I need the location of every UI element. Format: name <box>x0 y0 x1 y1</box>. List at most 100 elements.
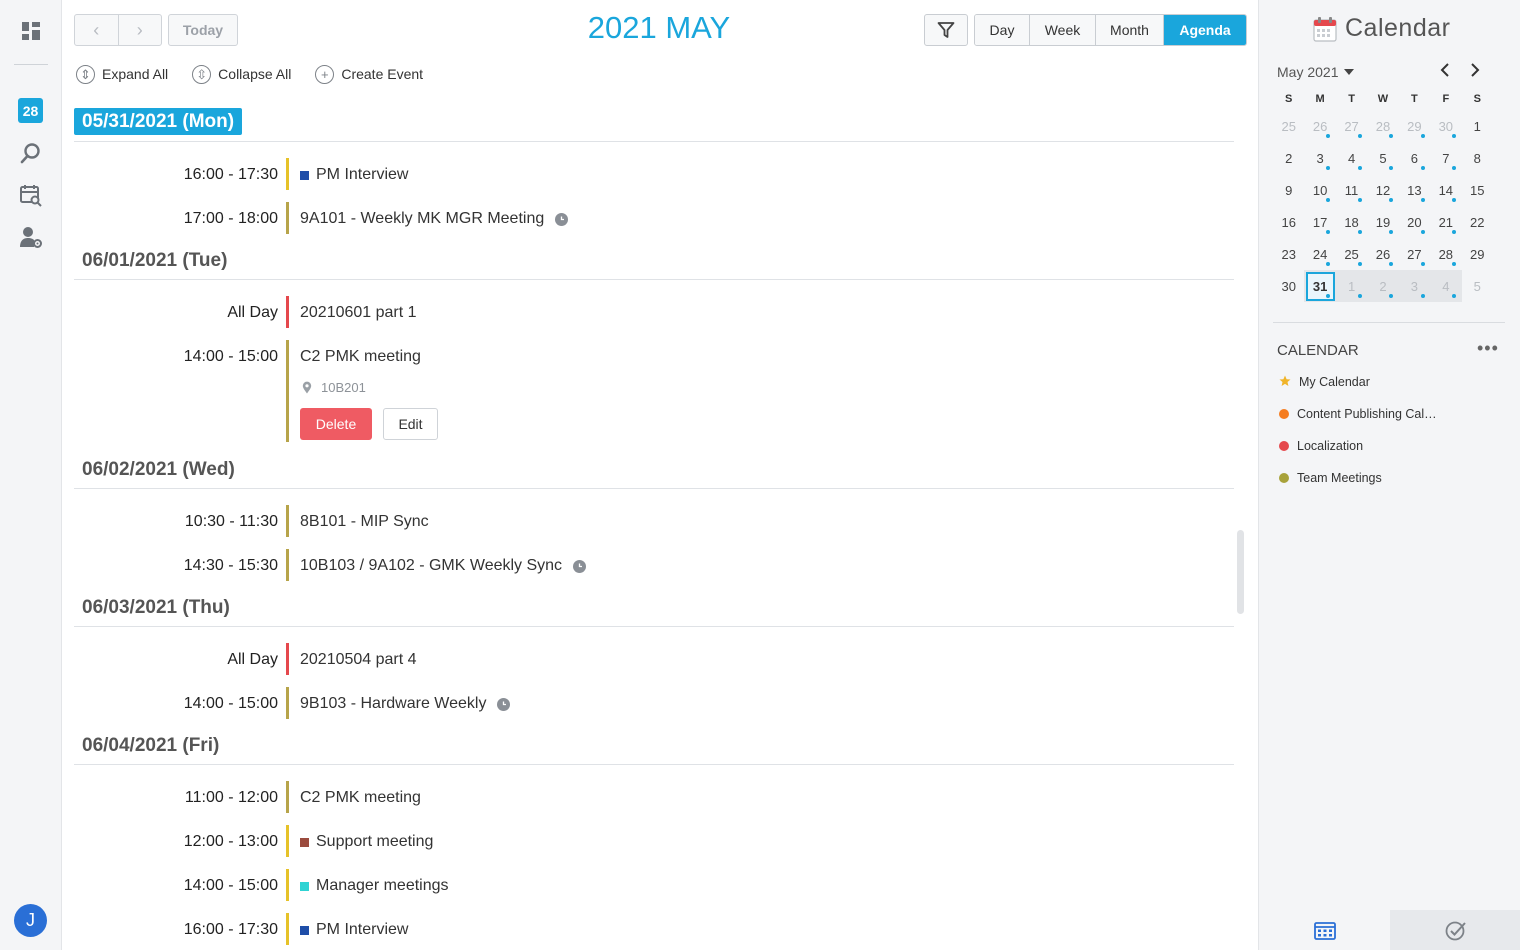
mini-day[interactable]: 15 <box>1462 174 1493 206</box>
calendar-name: Localization <box>1297 439 1364 453</box>
check-circle-icon <box>1445 921 1466 941</box>
mini-day[interactable]: 10 <box>1304 174 1335 206</box>
mini-day[interactable]: 18 <box>1336 206 1367 238</box>
next-button[interactable]: › <box>119 15 162 45</box>
agenda-event[interactable]: 14:00 - 15:00 Manager meetings <box>74 865 1234 909</box>
mini-day[interactable]: 8 <box>1462 142 1493 174</box>
user-settings-icon[interactable] <box>18 224 44 250</box>
mini-day[interactable]: 25 <box>1336 238 1367 270</box>
mini-day[interactable]: 17 <box>1304 206 1335 238</box>
event-time: 14:30 - 15:30 <box>183 557 278 574</box>
mini-day[interactable]: 22 <box>1462 206 1493 238</box>
mini-day[interactable]: 30 <box>1430 110 1461 142</box>
mini-day[interactable]: 1 <box>1335 270 1368 302</box>
agenda-event[interactable]: 10:30 - 11:30 8B101 - MIP Sync <box>74 501 1234 545</box>
agenda-event[interactable]: All Day 20210601 part 1 <box>74 292 1234 336</box>
agenda-event[interactable]: 16:00 - 17:30 PM Interview <box>74 909 1234 950</box>
collapse-all-button[interactable]: ⇳ Collapse All <box>192 64 291 84</box>
calendar-item-team-meetings[interactable]: Team Meetings <box>1279 468 1437 500</box>
chevron-left-icon[interactable] <box>1439 62 1451 78</box>
chevron-right-icon[interactable] <box>1469 62 1481 78</box>
calendar-search-icon[interactable] <box>18 182 44 208</box>
agenda-event[interactable]: 12:00 - 13:00 Support meeting <box>74 821 1234 865</box>
day-header: 05/31/2021 (Mon) <box>74 104 1234 142</box>
event-time: 12:00 - 13:00 <box>183 833 278 850</box>
calendar-item-content-publishing[interactable]: Content Publishing Cal… <box>1279 404 1437 436</box>
mini-day[interactable]: 11 <box>1336 174 1367 206</box>
mini-day[interactable]: 6 <box>1399 142 1430 174</box>
today-button[interactable]: Today <box>168 14 238 46</box>
mini-day[interactable]: 2 <box>1273 142 1304 174</box>
calendar-date-badge[interactable]: 28 <box>18 98 43 123</box>
delete-event-button[interactable]: Delete <box>300 408 372 440</box>
calendar-view-tab[interactable] <box>1259 910 1390 950</box>
mini-day[interactable]: 26 <box>1367 238 1398 270</box>
agenda-event[interactable]: 16:00 - 17:30 PM Interview <box>74 154 1234 198</box>
event-color-bar <box>286 549 289 581</box>
more-options-icon[interactable]: ••• <box>1477 338 1499 359</box>
search-icon[interactable] <box>18 140 44 166</box>
month-selector[interactable]: May 2021 <box>1277 64 1355 80</box>
filter-button[interactable] <box>924 14 968 46</box>
mini-day[interactable]: 2 <box>1367 270 1399 302</box>
create-event-button[interactable]: + Create Event <box>315 64 423 84</box>
mini-day[interactable]: 28 <box>1430 238 1461 270</box>
calendar-item-my-calendar[interactable]: My Calendar <box>1279 372 1437 404</box>
tab-agenda[interactable]: Agenda <box>1164 15 1246 45</box>
event-title: 9B103 - Hardware Weekly <box>300 695 487 712</box>
mini-day[interactable]: 27 <box>1399 238 1430 270</box>
agenda-event[interactable]: 11:00 - 12:00 C2 PMK meeting <box>74 777 1234 821</box>
user-avatar[interactable]: J <box>14 904 47 937</box>
mini-day[interactable]: 4 <box>1336 142 1367 174</box>
dashboard-icon[interactable] <box>18 18 44 44</box>
mini-day[interactable]: 26 <box>1304 110 1335 142</box>
mini-day[interactable]: 7 <box>1430 142 1461 174</box>
mini-day[interactable]: 4 <box>1430 270 1462 302</box>
day-date: 06/04/2021 (Fri) <box>82 735 220 756</box>
mini-day[interactable]: 29 <box>1399 110 1430 142</box>
tab-day[interactable]: Day <box>975 15 1030 45</box>
mini-day[interactable]: 25 <box>1273 110 1304 142</box>
agenda-event[interactable]: All Day 20210504 part 4 <box>74 639 1234 683</box>
weekday-label: S <box>1285 93 1293 105</box>
expand-all-button[interactable]: ⇕ Expand All <box>76 64 168 84</box>
mini-day[interactable]: 14 <box>1430 174 1461 206</box>
agenda-event[interactable]: 17:00 - 18:00 9A101 - Weekly MK MGR Meet… <box>74 198 1234 242</box>
calendar-color-dot <box>1279 473 1289 483</box>
mini-day[interactable]: 19 <box>1367 206 1398 238</box>
tab-month[interactable]: Month <box>1096 15 1164 45</box>
mini-day[interactable]: 5 <box>1367 142 1398 174</box>
filter-icon <box>937 22 955 38</box>
calendar-item-localization[interactable]: Localization <box>1279 436 1437 468</box>
tasks-view-tab[interactable] <box>1390 910 1520 950</box>
agenda-event[interactable]: 14:00 - 15:00 9B103 - Hardware Weekly <box>74 683 1234 727</box>
mini-day[interactable]: 12 <box>1367 174 1398 206</box>
weekday-label: T <box>1348 93 1355 105</box>
mini-day[interactable]: 5 <box>1462 270 1493 302</box>
prev-button[interactable]: ‹ <box>75 15 119 45</box>
mini-day[interactable]: 13 <box>1399 174 1430 206</box>
mini-day[interactable]: 16 <box>1273 206 1304 238</box>
agenda-scrollbar[interactable] <box>1237 530 1244 614</box>
mini-day[interactable]: 30 <box>1273 270 1304 302</box>
panel-title: Calendar <box>1345 14 1451 42</box>
mini-day[interactable]: 21 <box>1430 206 1461 238</box>
page-title: 2021 MAY <box>587 10 731 45</box>
mini-day-selected[interactable]: 31 <box>1304 270 1336 302</box>
recurring-clock-icon <box>555 212 569 226</box>
tab-week[interactable]: Week <box>1030 15 1096 45</box>
edit-event-button[interactable]: Edit <box>383 408 438 440</box>
mini-day[interactable]: 20 <box>1399 206 1430 238</box>
mini-day[interactable]: 3 <box>1304 142 1335 174</box>
agenda-event-expanded[interactable]: 14:00 - 15:00 C2 PMK meeting 10B201 Dele… <box>74 336 1234 451</box>
mini-day[interactable]: 1 <box>1462 110 1493 142</box>
mini-day[interactable]: 24 <box>1304 238 1335 270</box>
mini-day[interactable]: 3 <box>1398 270 1431 302</box>
event-color-bar <box>286 869 289 901</box>
mini-day[interactable]: 28 <box>1367 110 1398 142</box>
mini-day[interactable]: 27 <box>1336 110 1367 142</box>
agenda-event[interactable]: 14:30 - 15:30 10B103 / 9A102 - GMK Weekl… <box>74 545 1234 589</box>
mini-day[interactable]: 29 <box>1462 238 1493 270</box>
mini-day[interactable]: 23 <box>1273 238 1304 270</box>
mini-day[interactable]: 9 <box>1273 174 1304 206</box>
